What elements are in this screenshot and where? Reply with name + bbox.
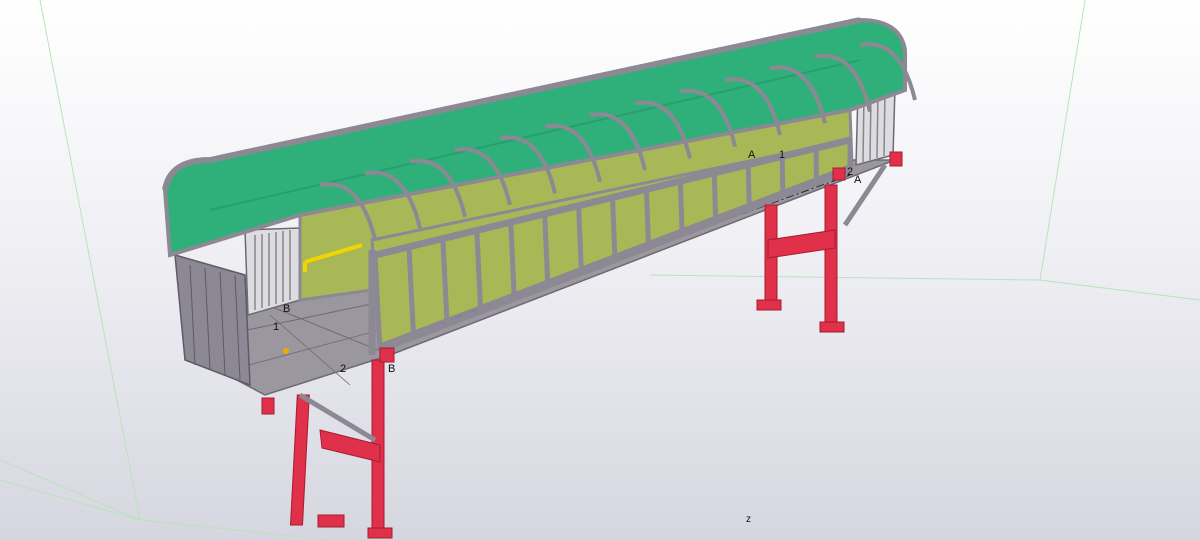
walkway-model[interactable]: A 1 2 A B 1 2 B z [0,0,1200,540]
grid-label-2-left: 2 [340,363,346,375]
wall-mullion [745,164,752,209]
wall-mullion [643,189,652,248]
wall-mullion [508,222,517,299]
axis-label-z: z [746,514,751,525]
grid-label-B-left: B [283,303,290,315]
wall-mullion [610,197,618,261]
grid-label-2-right: 2 [847,166,853,178]
grid-label-1-right: 1 [779,149,785,161]
grid-label-A-right: A [748,149,756,161]
grid-label-B-left-end: B [388,363,395,375]
origin-marker [283,348,289,354]
3d-model-viewport[interactable]: A 1 2 A B 1 2 B z [0,0,1200,540]
wall-mullion [677,180,685,235]
wall-mullion [779,156,786,196]
wall-mullion [576,205,584,273]
left-end-grating[interactable] [174,253,251,387]
grid-label-1-left: 1 [273,321,279,333]
left-end-upper-grating[interactable] [244,227,301,316]
grid-label-A-right-end: A [854,174,862,186]
wall-mullion [542,213,551,286]
wall-mullion [711,172,719,222]
